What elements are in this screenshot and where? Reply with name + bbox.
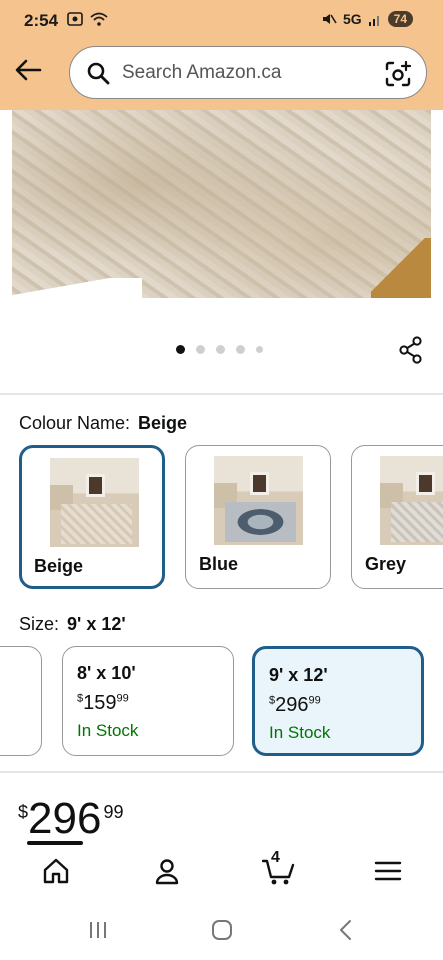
- share-icon[interactable]: [398, 336, 424, 364]
- size-option-9x12[interactable]: 9' x 12' $29699 In Stock: [252, 646, 424, 756]
- stock-status: In Stock: [269, 723, 331, 742]
- price-fraction: 99: [103, 802, 124, 822]
- swatch-label: Grey: [365, 554, 407, 574]
- wifi-icon: [90, 12, 108, 26]
- size-selected-value: 9' x 12': [67, 614, 126, 634]
- screenshot-icon: [67, 12, 83, 26]
- colour-option-grey[interactable]: Grey: [351, 445, 443, 589]
- colour-label-row: Colour Name: Beige: [19, 413, 187, 434]
- bottom-nav: 4: [0, 846, 443, 898]
- carousel-dot[interactable]: [216, 345, 225, 354]
- status-right: 5G 74: [321, 11, 413, 27]
- mute-icon: [322, 14, 337, 24]
- swatch-image-beige: [50, 458, 139, 547]
- size-price: $29699: [269, 694, 321, 716]
- size-label: Size:: [19, 614, 60, 634]
- search-placeholder: Search Amazon.ca: [122, 62, 282, 83]
- system-nav-bar: [0, 900, 443, 960]
- status-notification-icons: [66, 11, 108, 27]
- active-tab-indicator: [27, 841, 83, 845]
- colour-label: Colour Name:: [19, 413, 131, 433]
- search-input[interactable]: Search Amazon.ca: [69, 46, 427, 99]
- home-icon[interactable]: [41, 856, 71, 886]
- price-symbol: $: [18, 802, 29, 822]
- stock-status: In Stock: [77, 721, 139, 740]
- rug-photo: [12, 110, 431, 298]
- cart-count: 4: [271, 849, 280, 866]
- swatch-label: Beige: [34, 556, 84, 576]
- colour-selected-value: Beige: [138, 413, 188, 433]
- signal-icon: [368, 16, 379, 26]
- network-type: 5G: [342, 11, 362, 27]
- carousel-dot[interactable]: [236, 345, 245, 354]
- back-arrow-icon[interactable]: [14, 58, 42, 82]
- menu-icon[interactable]: [373, 856, 403, 886]
- section-divider: [0, 393, 443, 395]
- size-price: $15999: [77, 692, 129, 714]
- back-button-icon[interactable]: [337, 919, 355, 941]
- rug-edge: [12, 278, 142, 298]
- size-option-8x10[interactable]: 8' x 10' $15999 In Stock: [62, 646, 234, 756]
- floor-corner: [371, 238, 431, 298]
- status-time: 2:54: [24, 11, 59, 30]
- search-icon: [87, 62, 110, 85]
- size-title: 8' x 10': [77, 663, 136, 683]
- section-divider: [0, 771, 443, 773]
- cart-button[interactable]: 4: [261, 849, 296, 886]
- status-bar: 2:54 5G 74: [0, 0, 443, 40]
- camera-search-icon[interactable]: [384, 60, 412, 88]
- price-whole: 296: [28, 794, 102, 843]
- carousel-dot[interactable]: [176, 345, 185, 354]
- recent-apps-icon[interactable]: [88, 920, 108, 940]
- swatch-image-grey: [380, 456, 443, 545]
- size-title: 9' x 12': [269, 665, 328, 685]
- carousel-dots[interactable]: [176, 345, 263, 354]
- swatch-image-blue: [214, 456, 303, 545]
- account-icon[interactable]: [152, 856, 182, 886]
- swatch-label: Blue: [199, 554, 239, 574]
- product-price: $ 296 99: [18, 796, 123, 842]
- carousel-dot[interactable]: [196, 345, 205, 354]
- colour-option-blue[interactable]: Blue: [185, 445, 331, 589]
- home-button-icon[interactable]: [211, 919, 233, 941]
- carousel-dot[interactable]: [256, 346, 263, 353]
- size-label-row: Size: 9' x 12': [19, 614, 126, 635]
- size-option-partial[interactable]: [0, 646, 42, 756]
- battery-level: 74: [387, 11, 413, 27]
- colour-option-beige[interactable]: Beige: [19, 445, 165, 589]
- header-bar: 2:54 5G 74 Search Amazon.ca: [0, 0, 443, 110]
- product-image[interactable]: [12, 110, 431, 298]
